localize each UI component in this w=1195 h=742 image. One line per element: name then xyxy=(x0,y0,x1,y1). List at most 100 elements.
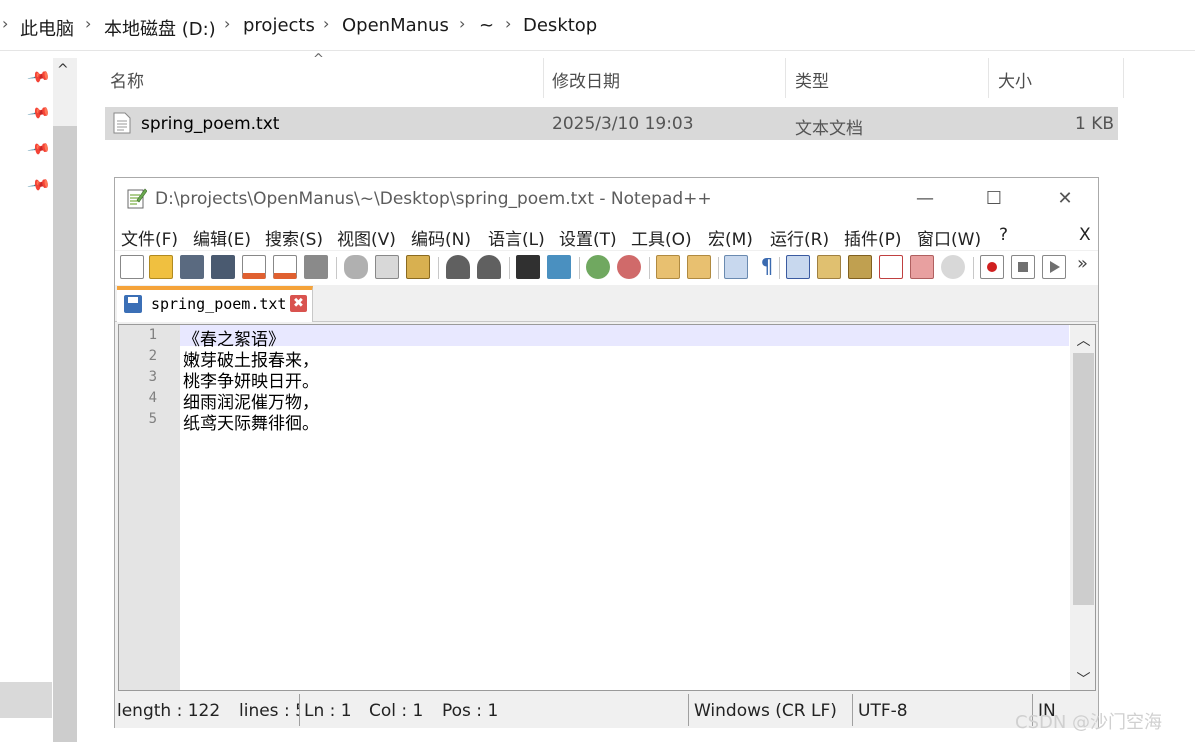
breadcrumb-projects[interactable]: projects xyxy=(243,15,315,36)
record-macro-icon[interactable] xyxy=(980,255,1004,279)
chevron-right-icon[interactable]: › xyxy=(2,14,8,33)
breadcrumb-this-pc[interactable]: 此电脑 xyxy=(20,15,74,41)
breadcrumb-desktop[interactable]: Desktop xyxy=(523,15,597,36)
function-list-icon[interactable] xyxy=(879,255,903,279)
new-file-icon[interactable] xyxy=(120,255,144,279)
cut-icon[interactable] xyxy=(344,255,368,279)
sort-up-icon: ^ xyxy=(313,52,324,67)
monitoring-icon[interactable] xyxy=(941,255,965,279)
pin-icon[interactable]: 📌 xyxy=(27,64,53,89)
status-lines: lines : 5 xyxy=(239,701,299,721)
breadcrumb-openmanus[interactable]: OpenManus xyxy=(342,15,449,36)
line-number-gutter: 1 2 3 4 5 xyxy=(119,325,180,690)
nav-selected-item[interactable] xyxy=(0,682,52,718)
record-dot xyxy=(987,262,997,272)
tab-close-icon[interactable]: ✖ xyxy=(290,295,307,312)
close-all-icon[interactable] xyxy=(273,255,297,279)
close-button[interactable]: ✕ xyxy=(1042,184,1088,214)
status-divider xyxy=(299,694,300,726)
status-divider xyxy=(688,694,689,726)
vertical-scrollbar-thumb[interactable] xyxy=(1073,353,1094,605)
open-file-icon[interactable] xyxy=(149,255,173,279)
column-header-type[interactable]: 类型 xyxy=(795,67,829,92)
breadcrumb-local-disk[interactable]: 本地磁盘 (D:) xyxy=(104,15,216,41)
find-icon[interactable] xyxy=(516,255,540,279)
zoom-out-icon[interactable] xyxy=(617,255,641,279)
breadcrumb-tilde[interactable]: ~ xyxy=(479,15,494,36)
toolbar-overflow-icon[interactable]: » xyxy=(1077,253,1088,274)
column-header-size[interactable]: 大小 xyxy=(998,67,1032,92)
save-icon[interactable] xyxy=(180,255,204,279)
menu-settings[interactable]: 设置(T) xyxy=(559,225,617,250)
chevron-right-icon[interactable]: › xyxy=(85,14,91,33)
toolbar: ¶ » xyxy=(115,251,1098,285)
menu-macro[interactable]: 宏(M) xyxy=(708,225,753,250)
column-divider[interactable] xyxy=(543,58,544,98)
chevron-right-icon[interactable]: › xyxy=(505,14,511,33)
undo-icon[interactable] xyxy=(446,255,470,279)
text-line[interactable]: 纸鸢天际舞徘徊。 xyxy=(183,409,319,434)
menu-tools[interactable]: 工具(O) xyxy=(631,225,692,250)
folder-as-workspace-icon[interactable] xyxy=(817,255,841,279)
menu-edit[interactable]: 编辑(E) xyxy=(193,225,251,250)
pin-icon[interactable]: 📌 xyxy=(27,172,53,197)
menu-close-document[interactable]: X xyxy=(1079,225,1091,245)
replace-icon[interactable] xyxy=(547,255,571,279)
indent-guide-icon[interactable] xyxy=(786,255,810,279)
column-divider[interactable] xyxy=(785,58,786,98)
zoom-in-icon[interactable] xyxy=(586,255,610,279)
pin-icon[interactable]: 📌 xyxy=(27,100,53,125)
menu-help[interactable]: ? xyxy=(999,225,1008,245)
menu-view[interactable]: 视图(V) xyxy=(337,225,396,250)
status-encoding[interactable]: UTF-8 xyxy=(858,701,908,721)
address-bar[interactable]: › 此电脑 › 本地磁盘 (D:) › projects › OpenManus… xyxy=(0,0,1195,51)
paste-icon[interactable] xyxy=(406,255,430,279)
window-title: D:\projects\OpenManus\~\Desktop\spring_p… xyxy=(155,189,712,209)
scroll-down-icon[interactable]: ﹀ xyxy=(1073,669,1094,689)
column-divider[interactable] xyxy=(988,58,989,98)
file-name[interactable]: spring_poem.txt xyxy=(141,114,279,134)
watermark: CSDN @沙门空海 xyxy=(1015,712,1163,733)
chevron-right-icon[interactable]: › xyxy=(459,14,465,33)
menu-plugins[interactable]: 插件(P) xyxy=(844,225,902,250)
redo-icon[interactable] xyxy=(477,255,501,279)
file-size: 1 KB xyxy=(1075,114,1115,134)
chevron-right-icon[interactable]: › xyxy=(224,14,230,33)
play-macro-icon[interactable] xyxy=(1042,255,1066,279)
editor-area[interactable]: 1 2 3 4 5 《春之絮语》 嫩芽破土报春来， 桃李争妍映日开。 细雨润泥催… xyxy=(118,324,1096,691)
document-map-icon[interactable] xyxy=(848,255,872,279)
close-file-icon[interactable] xyxy=(242,255,266,279)
save-all-icon[interactable] xyxy=(211,255,235,279)
show-all-characters-icon[interactable]: ¶ xyxy=(755,255,779,279)
line-number: 2 xyxy=(148,348,157,364)
nav-scrollbar-thumb[interactable] xyxy=(53,126,77,742)
sync-vertical-icon[interactable] xyxy=(656,255,680,279)
column-header-modified[interactable]: 修改日期 xyxy=(552,67,620,92)
menu-encoding[interactable]: 编码(N) xyxy=(411,225,471,250)
scroll-up-icon[interactable]: ︿ xyxy=(1073,330,1094,350)
stop-macro-icon[interactable] xyxy=(1011,255,1035,279)
tab-spring-poem[interactable]: spring_poem.txt ✖ xyxy=(117,286,313,322)
notepad-window: D:\projects\OpenManus\~\Desktop\spring_p… xyxy=(114,177,1099,728)
menu-file[interactable]: 文件(F) xyxy=(121,225,178,250)
column-divider[interactable] xyxy=(1123,58,1124,98)
print-icon[interactable] xyxy=(304,255,328,279)
pin-icon[interactable]: 📌 xyxy=(27,136,53,161)
toolbar-separator xyxy=(509,257,510,279)
word-wrap-icon[interactable] xyxy=(724,255,748,279)
menu-run[interactable]: 运行(R) xyxy=(770,225,829,250)
chevron-up-icon[interactable]: ^ xyxy=(57,62,69,78)
minimize-button[interactable]: — xyxy=(902,184,948,214)
status-eol[interactable]: Windows (CR LF) xyxy=(694,701,837,721)
sync-horizontal-icon[interactable] xyxy=(687,255,711,279)
maximize-button[interactable]: ☐ xyxy=(971,184,1017,214)
title-bar[interactable]: D:\projects\OpenManus\~\Desktop\spring_p… xyxy=(115,178,1098,222)
menu-window[interactable]: 窗口(W) xyxy=(917,225,981,250)
chevron-right-icon[interactable]: › xyxy=(323,14,329,33)
copy-icon[interactable] xyxy=(375,255,399,279)
menu-search[interactable]: 搜索(S) xyxy=(265,225,323,250)
tab-saved-icon xyxy=(124,295,142,313)
menu-language[interactable]: 语言(L) xyxy=(488,225,545,250)
project-panel-icon[interactable] xyxy=(910,255,934,279)
column-header-name[interactable]: 名称 xyxy=(110,67,144,92)
